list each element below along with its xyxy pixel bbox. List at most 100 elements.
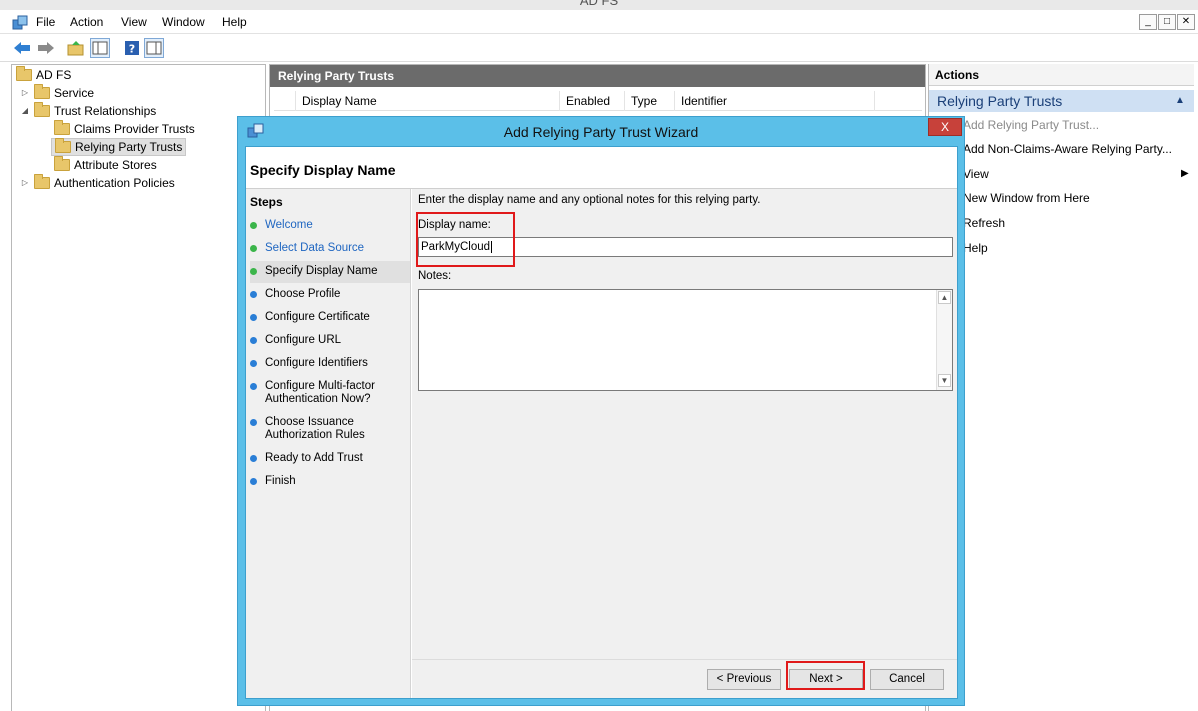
actions-pane: Actions Relying Party Trusts ▲ Add Relyi… (928, 64, 1198, 711)
action-add-relying-party-trust[interactable]: Add Relying Party Trust... (963, 116, 1099, 134)
step-pending-icon (250, 360, 257, 367)
step-pending-icon (250, 291, 257, 298)
minimize-icon[interactable]: _ (1139, 14, 1157, 30)
actions-section-label: Relying Party Trusts (937, 93, 1063, 109)
menu-file[interactable]: File (36, 15, 55, 29)
column-spacer (274, 91, 296, 111)
tree-item-label: AD FS (36, 68, 72, 82)
tree-item-label: Claims Provider Trusts (74, 122, 195, 136)
step-pending-icon (250, 478, 257, 485)
wizard-button-bar: < Previous Next > Cancel (412, 659, 957, 698)
tree-item-authentication-policies[interactable]: ▷ Authentication Policies (20, 174, 175, 192)
previous-button[interactable]: < Previous (707, 669, 781, 690)
step-configure-mfa: Configure Multi-factor Authentication No… (250, 380, 378, 406)
menu-action[interactable]: Action (70, 15, 103, 29)
back-icon[interactable] (12, 38, 32, 58)
add-relying-party-trust-wizard: Add Relying Party Trust Wizard X Specify… (237, 116, 965, 706)
tree-item-adfs[interactable]: AD FS (16, 66, 71, 84)
menu-help[interactable]: Help (222, 15, 247, 29)
wizard-titlebar: Add Relying Party Trust Wizard X (238, 117, 964, 146)
menu-window[interactable]: Window (162, 15, 205, 29)
tree-item-label: Attribute Stores (74, 158, 157, 172)
action-view[interactable]: View (963, 165, 989, 183)
wizard-steps-panel: Steps Welcome Select Data Source Specify… (246, 189, 411, 698)
folder-icon (16, 66, 32, 81)
wizard-page-heading: Specify Display Name (246, 147, 957, 189)
instruction-text: Enter the display name and any optional … (418, 194, 761, 206)
actions-section-relying-party-trusts[interactable]: Relying Party Trusts ▲ (929, 90, 1194, 112)
console-tree: AD FS ▷ Service ◢ Trust Relationships Cl… (11, 64, 266, 711)
step-welcome[interactable]: Welcome (250, 219, 410, 232)
svg-text:?: ? (129, 43, 135, 56)
tree-item-label: Service (54, 86, 95, 100)
scroll-down-icon[interactable]: ▼ (938, 374, 951, 387)
list-column-headers: Display Name Enabled Type Identifier (274, 91, 922, 111)
cancel-button[interactable]: Cancel (870, 669, 944, 690)
actions-pane-title: Actions (929, 64, 1194, 86)
window-titlebar: AD FS (0, 0, 1198, 10)
step-complete-icon (250, 245, 257, 252)
step-pending-icon (250, 419, 257, 426)
adfs-app-icon (12, 15, 28, 30)
up-folder-icon[interactable] (66, 38, 86, 58)
window-title: AD FS (579, 0, 619, 8)
notes-label: Notes: (418, 270, 452, 282)
notes-scrollbar[interactable]: ▲ ▼ (936, 290, 952, 390)
wizard-title: Add Relying Party Trust Wizard (503, 124, 699, 140)
action-new-window[interactable]: New Window from Here (963, 189, 1090, 207)
next-button[interactable]: Next > (789, 669, 863, 690)
folder-icon (34, 174, 50, 189)
step-configure-identifiers: Configure Identifiers (250, 357, 410, 370)
tree-item-claims-provider-trusts[interactable]: Claims Provider Trusts (54, 120, 195, 138)
text-cursor (491, 240, 493, 253)
tree-item-relying-party-trusts[interactable]: Relying Party Trusts (51, 138, 187, 156)
column-enabled[interactable]: Enabled (560, 91, 625, 111)
column-type[interactable]: Type (625, 91, 675, 111)
wizard-body: Specify Display Name Steps Welcome Selec… (245, 146, 958, 699)
menu-view[interactable]: View (121, 15, 147, 29)
step-finish: Finish (250, 475, 410, 488)
notes-textarea[interactable]: ▲ ▼ (418, 289, 953, 391)
wizard-close-button[interactable]: X (928, 118, 962, 136)
folder-icon (34, 84, 50, 99)
tree-item-attribute-stores[interactable]: Attribute Stores (54, 156, 157, 174)
column-identifier[interactable]: Identifier (675, 91, 875, 111)
expand-icon[interactable]: ▷ (20, 174, 30, 192)
step-select-data-source[interactable]: Select Data Source (250, 242, 410, 255)
folder-icon (54, 156, 70, 171)
tree-item-trust-relationships[interactable]: ◢ Trust Relationships (20, 102, 156, 120)
action-help[interactable]: Help (963, 239, 988, 257)
forward-icon[interactable] (36, 38, 56, 58)
folder-icon (55, 138, 71, 153)
restore-icon[interactable]: □ (1158, 14, 1176, 30)
step-pending-icon (250, 455, 257, 462)
display-name-input[interactable]: ParkMyCloud (418, 237, 953, 257)
step-pending-icon (250, 383, 257, 390)
tree-item-service[interactable]: ▷ Service (20, 84, 94, 102)
toolbar: ? (0, 34, 1198, 62)
expand-icon[interactable]: ▷ (20, 84, 30, 102)
action-add-non-claims-aware[interactable]: Add Non-Claims-Aware Relying Party... (963, 140, 1172, 158)
results-pane-title: Relying Party Trusts (270, 65, 925, 87)
collapse-icon[interactable]: ◢ (20, 102, 30, 120)
collapse-section-icon[interactable]: ▲ (1175, 90, 1185, 112)
folder-icon (54, 120, 70, 135)
step-choose-issuance-rules: Choose Issuance Authorization Rules (250, 416, 372, 442)
close-icon[interactable]: ✕ (1177, 14, 1195, 30)
steps-title: Steps (250, 195, 283, 209)
wizard-content-panel: Enter the display name and any optional … (412, 189, 957, 698)
show-hide-action-pane-icon[interactable] (144, 38, 164, 58)
step-ready-to-add-trust: Ready to Add Trust (250, 452, 410, 465)
step-configure-url: Configure URL (250, 334, 410, 347)
tree-item-label: Trust Relationships (54, 104, 157, 118)
scroll-up-icon[interactable]: ▲ (938, 291, 951, 304)
show-hide-tree-icon[interactable] (90, 38, 110, 58)
column-display-name[interactable]: Display Name (296, 91, 560, 111)
step-choose-profile: Choose Profile (250, 288, 410, 301)
action-refresh[interactable]: Refresh (963, 214, 1005, 232)
menu-bar: File Action View Window Help _ □ ✕ (0, 10, 1198, 34)
help-icon[interactable]: ? (122, 38, 142, 58)
display-name-label: Display name: (418, 219, 491, 231)
tree-item-label: Relying Party Trusts (75, 140, 183, 154)
step-specify-display-name: Specify Display Name (250, 261, 410, 283)
